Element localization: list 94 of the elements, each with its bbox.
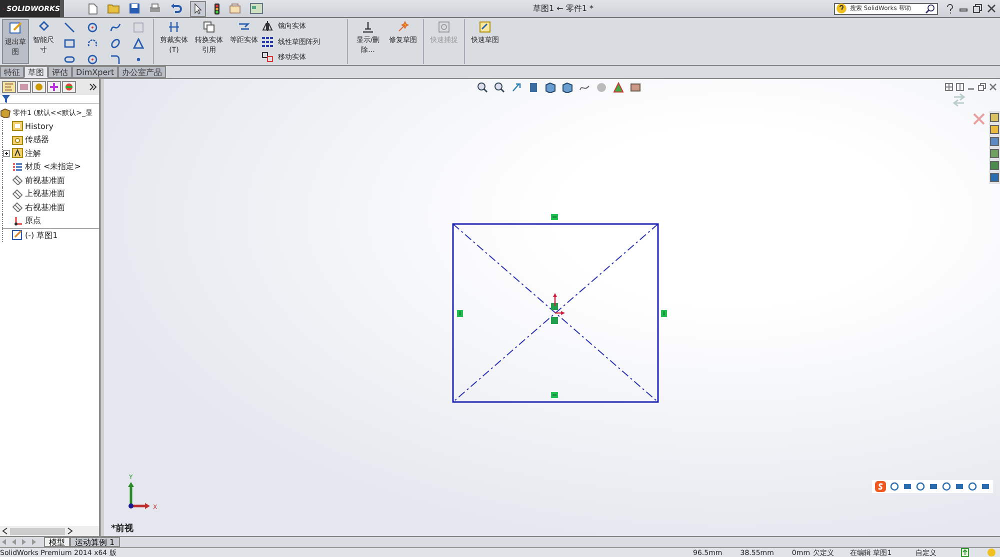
part-icon (0, 108, 11, 118)
help-icon (836, 3, 847, 14)
midpoint-relation-icon (551, 303, 558, 324)
tree-item[interactable]: 前视基准面 (25, 174, 65, 186)
origin-icon (553, 293, 565, 315)
scene-icon[interactable] (613, 82, 624, 93)
axis-triad-icon (128, 482, 150, 509)
triangle-tool-icon[interactable] (133, 38, 144, 49)
horizontal-relation-icon (551, 214, 558, 220)
tree-item[interactable]: 原点 (25, 215, 41, 226)
plane-icon (12, 175, 23, 186)
sensor-icon (12, 134, 23, 145)
vertical-relation-icon (457, 310, 463, 317)
commandmanager-tab[interactable]: DimXpert (72, 66, 118, 78)
display-icon[interactable] (562, 82, 573, 93)
orient-icon[interactable] (545, 82, 556, 93)
tree-item[interactable]: 右视基准面 (25, 202, 65, 213)
spline-tool-icon[interactable] (110, 22, 121, 33)
view-name: *前视 (111, 522, 134, 535)
commandmanager-tab[interactable]: 评估 (48, 66, 72, 78)
chevron-icon[interactable] (89, 83, 97, 91)
slot-tool-icon[interactable] (64, 54, 75, 65)
save-icon[interactable] (129, 3, 140, 14)
commandmanager-tab[interactable]: 特征 (0, 66, 24, 78)
ellipse-tool-icon[interactable] (110, 38, 121, 49)
traffic-light-icon[interactable] (214, 2, 220, 14)
tree-item[interactable]: 材质 <未指定> (25, 161, 81, 172)
scroll-right-icon[interactable] (67, 527, 73, 535)
window-icon[interactable] (250, 3, 263, 14)
tree-item[interactable]: (-) 草图1 (25, 230, 58, 241)
vertical-relation-icon (661, 310, 667, 317)
feature-tree-tab-icon[interactable] (2, 81, 16, 93)
print-icon[interactable] (149, 3, 161, 14)
close-icon[interactable] (989, 83, 997, 91)
section-icon[interactable] (528, 82, 539, 93)
restore-icon[interactable] (978, 83, 986, 91)
tree-item[interactable]: 传感器 (25, 134, 49, 146)
sketch-icon (12, 230, 23, 240)
repair-icon (397, 21, 409, 33)
zoom-fit-icon[interactable] (477, 82, 488, 93)
relations-icon (362, 21, 374, 33)
plane-icon (12, 202, 23, 212)
plane-icon (12, 188, 23, 199)
options-icon[interactable] (229, 3, 241, 14)
horizontal-scrollbar[interactable] (0, 526, 99, 536)
tree-item[interactable]: 注解 (25, 148, 41, 159)
horizontal-relation-icon (551, 392, 558, 398)
new-document-icon[interactable] (88, 2, 98, 14)
annotation-icon (12, 148, 23, 158)
arc-tool-icon[interactable] (87, 38, 98, 49)
rect-tool-icon[interactable] (64, 38, 75, 49)
search-icon[interactable] (925, 4, 935, 14)
offset-icon (238, 21, 250, 33)
circle2-tool-icon[interactable] (87, 54, 98, 65)
history-icon (12, 121, 23, 132)
expand-icon[interactable] (3, 150, 10, 157)
pattern-icon (262, 36, 273, 46)
commandmanager-tab[interactable]: 办公室产品 (118, 66, 166, 78)
mirror-icon (262, 21, 273, 31)
property-tab-icon[interactable] (17, 81, 31, 93)
exit-sketch-icon (8, 21, 22, 35)
tree-item[interactable]: 上视基准面 (25, 188, 65, 200)
scroll-left-icon[interactable] (2, 527, 8, 535)
dimxpert-tab-icon[interactable] (47, 81, 61, 93)
zoom-area-icon[interactable] (494, 82, 505, 93)
snap-icon (438, 21, 450, 33)
help-question-icon[interactable] (946, 4, 954, 14)
split-icon[interactable] (956, 83, 964, 91)
trim-icon (168, 21, 180, 33)
fillet-tool-icon[interactable] (110, 54, 121, 65)
undo-icon[interactable] (170, 3, 182, 14)
tile-icon[interactable] (945, 83, 953, 91)
restore-icon[interactable] (973, 4, 982, 13)
model-tab[interactable]: 运动算例 1 (70, 537, 120, 547)
prev-view-icon[interactable] (511, 82, 522, 93)
circle-tool-icon[interactable] (87, 22, 98, 33)
origin-icon (12, 216, 23, 226)
material-icon (12, 162, 23, 172)
ime-logo-icon[interactable] (875, 481, 886, 492)
config-tab-icon[interactable] (32, 81, 46, 93)
open-folder-icon[interactable] (107, 3, 120, 14)
window-title: 草图1 ← 零件1 * (533, 3, 595, 14)
display-tab-icon[interactable] (62, 81, 76, 93)
model-tab[interactable]: 模型 (44, 537, 70, 547)
line-tool-icon[interactable] (64, 22, 75, 33)
move-icon (262, 52, 273, 62)
close-icon[interactable] (987, 4, 996, 13)
view-settings-icon[interactable] (630, 82, 641, 93)
quick-icon (479, 21, 491, 33)
rebuild-icon[interactable] (960, 548, 969, 557)
dimension-icon (38, 21, 50, 33)
tree-item[interactable]: History (25, 122, 54, 131)
commandmanager-tab[interactable]: 草图 (24, 66, 48, 78)
convert-icon (203, 21, 215, 33)
